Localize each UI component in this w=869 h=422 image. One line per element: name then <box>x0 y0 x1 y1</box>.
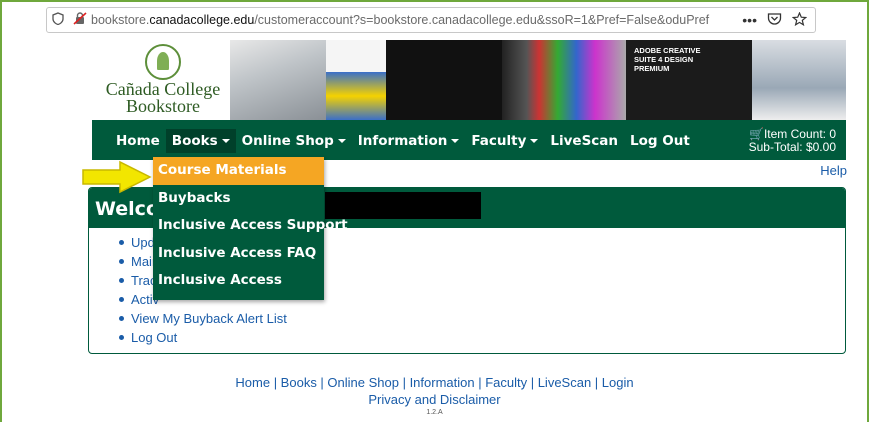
nav-books-label: Books <box>171 133 218 149</box>
nav-menu: Home Books Online Shop Information Facul… <box>110 129 696 153</box>
adobe-box-text: ADOBE CREATIVE SUITE 4 DESIGN PREMIUM <box>634 46 701 73</box>
nav-faculty-label: Faculty <box>471 133 527 149</box>
nav-livescan[interactable]: LiveScan <box>544 133 624 153</box>
nav-information-label: Information <box>357 133 448 149</box>
chevron-down-icon <box>530 139 539 143</box>
nav-books[interactable]: Books <box>165 129 236 153</box>
menu-item-inclusive-access-faq[interactable]: Inclusive Access FAQ <box>153 240 324 268</box>
footer-privacy-link[interactable]: Privacy and Disclaimer <box>0 391 869 408</box>
url-prefix: bookstore. <box>91 13 150 27</box>
pocket-icon[interactable] <box>767 12 782 29</box>
laptop-image <box>230 40 326 120</box>
books-dropdown-menu: Course Materials Buybacks Inclusive Acce… <box>153 157 348 300</box>
account-link-buyback-alert[interactable]: View My Buyback Alert List <box>119 309 287 328</box>
chevron-down-icon <box>221 139 230 143</box>
nav-online-shop[interactable]: Online Shop <box>236 133 352 153</box>
nav-online-shop-label: Online Shop <box>241 133 334 149</box>
url-text[interactable]: bookstore.canadacollege.edu/customeracco… <box>91 13 742 27</box>
pens-image <box>326 40 386 120</box>
cart-icon: 🛒 <box>749 127 764 141</box>
page-footer: Home | Books | Online Shop | Information… <box>0 374 869 417</box>
chevron-down-icon <box>337 139 346 143</box>
footer-version: 1.2.A <box>426 409 443 416</box>
url-actions: ••• <box>742 10 815 29</box>
nav-information[interactable]: Information <box>352 133 466 153</box>
address-bar[interactable]: bookstore.canadacollege.edu/customeracco… <box>46 7 816 33</box>
chevron-down-icon <box>451 139 460 143</box>
insecure-connection-icon[interactable] <box>69 12 91 28</box>
url-domain: canadacollege.edu <box>149 13 255 27</box>
main-nav-bar: Home Books Online Shop Information Facul… <box>92 120 846 160</box>
page-actions-menu-button[interactable]: ••• <box>742 12 757 29</box>
sweatshirt-image <box>386 40 502 120</box>
site-header-banner: Cañada College Bookstore ADOBE CREATIVE … <box>92 40 846 120</box>
annotation-arrow-icon <box>82 160 152 194</box>
nav-home[interactable]: Home <box>110 133 166 153</box>
cart-item-count: Item Count: 0 <box>763 127 836 141</box>
imac-image <box>752 40 846 120</box>
shield-icon[interactable] <box>47 12 69 28</box>
menu-item-inclusive-access[interactable]: Inclusive Access <box>153 267 324 295</box>
menu-item-inclusive-access-support[interactable]: Inclusive Access Support <box>153 212 348 240</box>
help-link[interactable]: Help <box>820 163 847 178</box>
college-seal-icon <box>145 44 181 80</box>
bookmark-star-icon[interactable] <box>791 10 808 29</box>
banner-product-photos: ADOBE CREATIVE SUITE 4 DESIGN PREMIUM <box>230 40 846 120</box>
menu-item-course-materials[interactable]: Course Materials <box>153 157 324 185</box>
ipods-image <box>502 40 626 120</box>
adobe-suite-image: ADOBE CREATIVE SUITE 4 DESIGN PREMIUM <box>626 40 752 120</box>
cart-subtotal: Sub-Total: $0.00 <box>748 140 836 154</box>
footer-nav-links[interactable]: Home | Books | Online Shop | Information… <box>0 374 869 391</box>
nav-faculty[interactable]: Faculty <box>465 133 544 153</box>
menu-item-buybacks[interactable]: Buybacks <box>153 185 324 213</box>
url-path: /customeraccount?s=bookstore.canadacolle… <box>254 13 710 27</box>
logo-line-2: Bookstore <box>126 96 200 116</box>
cart-summary[interactable]: 🛒Item Count: 0 Sub-Total: $0.00 <box>749 128 836 154</box>
nav-log-out[interactable]: Log Out <box>624 133 696 153</box>
redacted-username <box>325 192 481 219</box>
account-link-log-out[interactable]: Log Out <box>119 328 287 347</box>
bookstore-logo[interactable]: Cañada College Bookstore <box>98 42 228 118</box>
